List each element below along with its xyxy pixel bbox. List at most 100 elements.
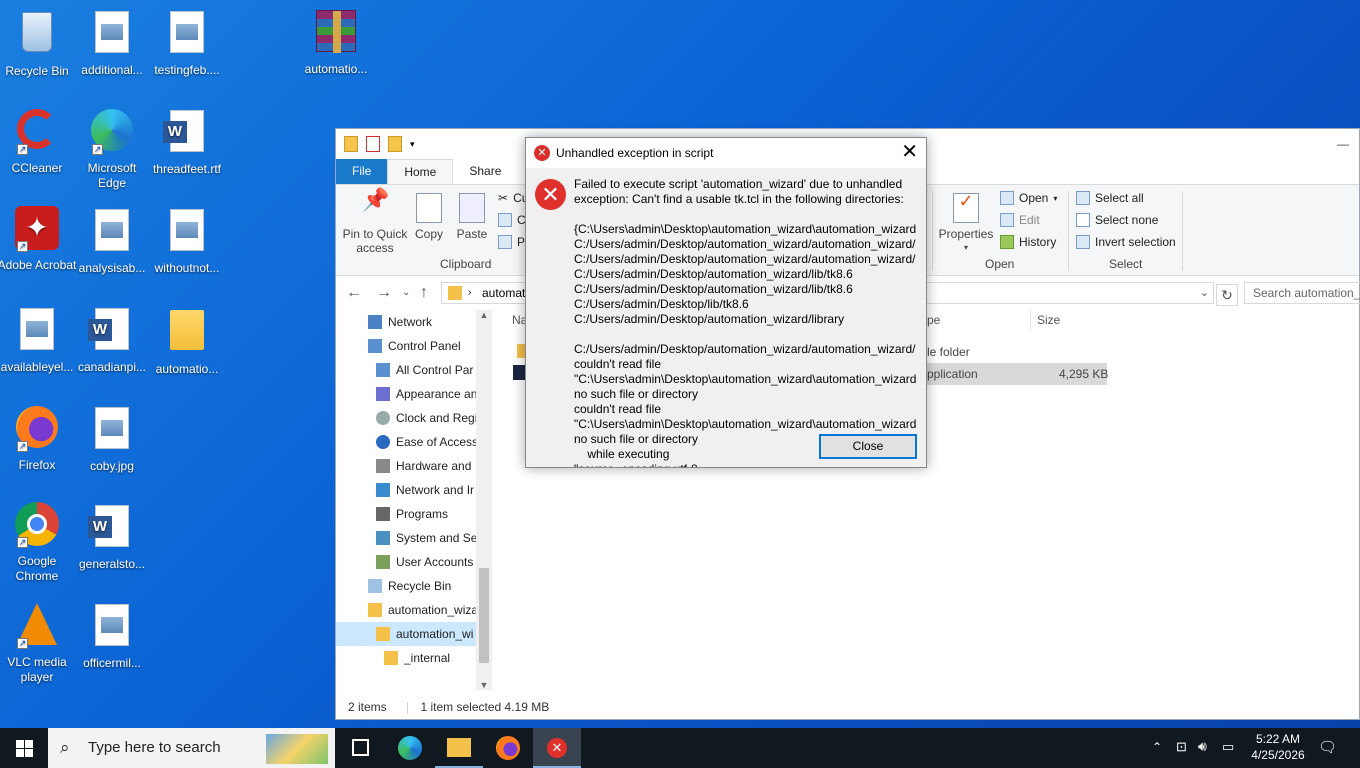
- desktop-icon-file[interactable]: W generalsto...: [72, 502, 152, 572]
- search-input[interactable]: Search automation_wi: [1244, 282, 1360, 304]
- taskbar-error-app[interactable]: ✕: [533, 728, 581, 768]
- chevron-down-icon[interactable]: ⌄: [1200, 283, 1209, 303]
- properties-button[interactable]: ✓ Properties ▾: [938, 192, 994, 255]
- nav-scrollbar[interactable]: ▲ ▼: [476, 310, 492, 690]
- file-row-type[interactable]: le folder: [927, 345, 970, 359]
- minimize-button[interactable]: —: [1337, 137, 1349, 151]
- desktop-icon-edge[interactable]: ↗ Microsoft Edge: [72, 107, 152, 191]
- taskbar-search-box[interactable]: ⌕ Type here to search: [48, 728, 335, 768]
- pin-quick-access-button[interactable]: 📌 Pin to Quick access: [342, 187, 408, 256]
- nav-item-label: Network and Ir: [396, 483, 475, 497]
- scroll-up-icon[interactable]: ▲: [476, 310, 492, 320]
- desktop-icon-ccleaner[interactable]: ↗ CCleaner: [0, 107, 77, 176]
- desktop-icon-acrobat[interactable]: ✦ ↗ Adobe Acrobat: [0, 206, 77, 273]
- desktop-icon-file[interactable]: additional...: [72, 8, 152, 78]
- close-icon[interactable]: ✕: [901, 138, 918, 166]
- chevron-up-icon[interactable]: ⌃: [1152, 740, 1162, 754]
- desktop-icon-label: threadfeet.rtf: [152, 162, 222, 176]
- desktop-icon-label: automatio...: [304, 62, 368, 76]
- desktop-icon-file[interactable]: availableyel...: [0, 305, 77, 375]
- select-all-button[interactable]: Select all: [1076, 191, 1144, 205]
- chevron-right-icon: ›: [468, 287, 472, 298]
- desktop-icon-archive[interactable]: automatio...: [296, 8, 376, 77]
- cut-button[interactable]: ✂ Cu: [498, 191, 528, 205]
- start-button[interactable]: [0, 728, 48, 768]
- image-file-icon: [90, 11, 134, 59]
- desktop-icon-chrome[interactable]: ↗ Google Chrome: [0, 502, 77, 584]
- task-view-button[interactable]: [337, 728, 385, 768]
- desktop-icon-file[interactable]: W canadianpi...: [72, 305, 152, 375]
- task-view-icon: [352, 739, 369, 756]
- nav-item-ease-of-access[interactable]: Ease of Access: [336, 430, 492, 454]
- forward-arrow-icon[interactable]: →: [376, 284, 392, 302]
- copy-button[interactable]: Copy: [412, 193, 446, 241]
- paste-shortcut-icon: [498, 235, 512, 249]
- history-button[interactable]: History: [1000, 235, 1056, 249]
- hardware-icon: [376, 459, 390, 473]
- meet-now-icon[interactable]: ⊡: [1176, 739, 1187, 755]
- nav-item-hardware[interactable]: Hardware and: [336, 454, 492, 478]
- nav-item-programs[interactable]: Programs: [336, 502, 492, 526]
- nav-item-label: User Accounts: [396, 555, 474, 569]
- back-arrow-icon[interactable]: ←: [346, 284, 362, 302]
- nav-item-label: Clock and Regi: [396, 411, 478, 425]
- invert-selection-button[interactable]: Invert selection: [1076, 235, 1176, 249]
- taskbar-firefox[interactable]: [484, 728, 532, 768]
- scrollbar-thumb[interactable]: [479, 568, 489, 663]
- desktop-icon-file[interactable]: analysisab...: [72, 206, 152, 276]
- refresh-icon[interactable]: ↻: [1216, 284, 1238, 306]
- nav-item-recycle-bin[interactable]: Recycle Bin: [336, 574, 492, 598]
- desktop-icon-file[interactable]: withoutnot...: [147, 206, 227, 276]
- desktop-icon-file[interactable]: testingfeb....: [147, 8, 227, 78]
- up-arrow-icon[interactable]: ↑: [420, 284, 428, 302]
- clock[interactable]: 5:22 AM 4/25/2026: [1248, 732, 1308, 762]
- taskbar-edge[interactable]: [386, 728, 434, 768]
- desktop-icon-label: Firefox: [18, 458, 56, 472]
- nav-item-folder-selected[interactable]: automation_wi: [336, 622, 492, 646]
- tab-share[interactable]: Share: [453, 159, 517, 184]
- select-group-label: Select: [1109, 257, 1143, 271]
- desktop-icon-label: officermil...: [83, 656, 141, 670]
- close-button[interactable]: Close: [819, 434, 917, 459]
- error-dialog: ✕ Unhandled exception in script ✕ ✕ Fail…: [525, 137, 927, 468]
- properties-icon[interactable]: [366, 136, 380, 152]
- tab-file[interactable]: File: [336, 159, 388, 184]
- nav-item-network[interactable]: Network: [336, 310, 492, 334]
- edit-button[interactable]: Edit: [1000, 213, 1040, 227]
- pin-icon: 📌: [362, 187, 390, 212]
- desktop-icon-folder[interactable]: automatio...: [147, 305, 227, 377]
- nav-item-appearance[interactable]: Appearance an: [336, 382, 492, 406]
- nav-item-system-security[interactable]: System and Sec: [336, 526, 492, 550]
- folder-icon: [344, 136, 358, 152]
- notifications-icon[interactable]: 🗨︎: [1318, 738, 1337, 756]
- nav-item-all-control-panel[interactable]: All Control Par: [336, 358, 492, 382]
- desktop-icon-file[interactable]: W threadfeet.rtf: [147, 107, 227, 177]
- new-folder-icon[interactable]: [388, 136, 402, 152]
- network-icon[interactable]: ▭: [1222, 739, 1234, 755]
- desktop-icon-vlc[interactable]: ↗ VLC media player: [0, 601, 77, 685]
- desktop-icon-firefox[interactable]: ↗ Firefox: [0, 404, 77, 473]
- chevron-down-icon[interactable]: ⌄: [402, 287, 410, 298]
- folder-icon: [368, 603, 382, 617]
- select-none-button[interactable]: Select none: [1076, 213, 1158, 227]
- column-header-size[interactable]: Size: [1037, 313, 1060, 327]
- desktop-icon-recycle-bin[interactable]: Recycle Bin: [0, 8, 77, 79]
- tab-home[interactable]: Home: [387, 159, 454, 184]
- nav-item-user-accounts[interactable]: User Accounts: [336, 550, 492, 574]
- nav-item-network-internet[interactable]: Network and Ir: [336, 478, 492, 502]
- desktop-icon-file[interactable]: coby.jpg: [72, 404, 152, 474]
- scroll-down-icon[interactable]: ▼: [476, 680, 492, 690]
- desktop-icon-file[interactable]: officermil...: [72, 601, 152, 671]
- taskbar-file-explorer[interactable]: [435, 728, 483, 768]
- chevron-down-icon[interactable]: ▾: [410, 139, 415, 150]
- nav-item-folder[interactable]: automation_wiza: [336, 598, 492, 622]
- paste-button[interactable]: Paste: [452, 193, 492, 241]
- column-header-type[interactable]: pe: [927, 313, 940, 327]
- nav-item-label: automation_wiza: [388, 603, 479, 617]
- open-button[interactable]: Open ▾: [1000, 191, 1057, 205]
- nav-item-internal[interactable]: _internal: [336, 646, 492, 670]
- select-all-icon: [1076, 191, 1090, 205]
- speaker-icon[interactable]: 🔊︎: [1198, 738, 1207, 755]
- nav-item-clock[interactable]: Clock and Regi: [336, 406, 492, 430]
- nav-item-control-panel[interactable]: Control Panel: [336, 334, 492, 358]
